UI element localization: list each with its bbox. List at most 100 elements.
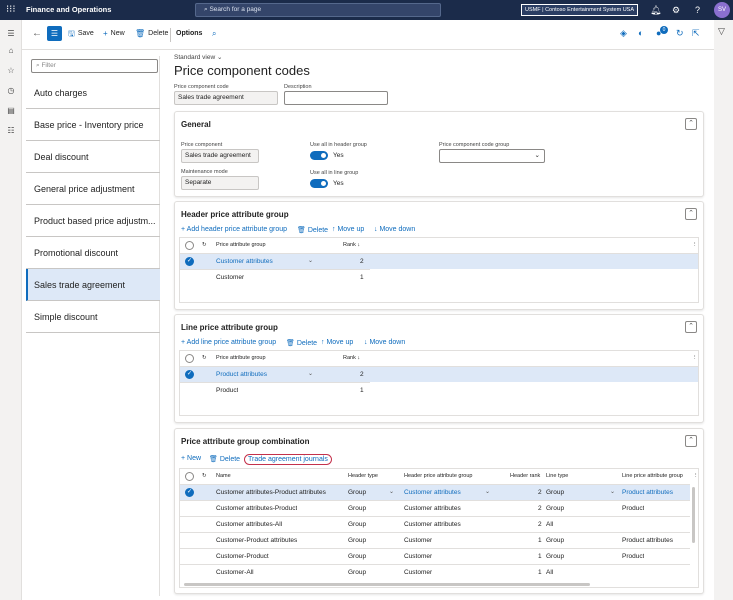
rank-cell[interactable]: 1 [360,270,364,285]
header-group-title[interactable]: Header price attribute group [181,210,289,219]
header-group-cell[interactable]: Customer attributes [404,501,461,516]
list-item[interactable]: Base price - Inventory price [26,109,160,141]
group-cell[interactable]: Product attributes [216,367,267,382]
name-cell[interactable]: Customer attributes-Product [216,501,297,516]
table-row[interactable]: Customer-All Group Customer 1 All [180,564,690,580]
list-item[interactable]: Promotional discount [26,237,160,269]
name-cell[interactable]: Customer-Product [216,549,269,564]
add-header-group-button[interactable]: + Add header price attribute group [181,226,287,233]
header-rank-cell[interactable]: 2 [538,501,542,516]
name-cell[interactable]: Customer-All [216,565,254,580]
search-icon[interactable]: ⌕ [212,29,216,39]
header-rank-cell[interactable]: 1 [538,565,542,580]
header-group-cell[interactable]: Customer [404,549,432,564]
list-item-selected[interactable]: Sales trade agreement [26,269,160,301]
refresh-icon[interactable]: ↻ [202,473,207,479]
rank-cell[interactable]: 2 [360,254,364,269]
table-row[interactable]: Customer-Product attributes Group Custom… [180,532,690,548]
table-row[interactable]: Customer attributes-All Group Customer a… [180,516,690,532]
col-header-rank[interactable]: Header rank [510,473,540,479]
line-group-cell[interactable]: Product [622,549,644,564]
table-row[interactable]: Product 1 [180,382,370,398]
col-header-rank[interactable]: Rank ↓ [343,242,360,248]
modules-icon[interactable]: ☷ [5,125,17,137]
description-field[interactable] [284,91,388,105]
header-type-cell[interactable]: Group [348,549,366,564]
header-type-cell[interactable]: Group [348,485,366,500]
name-cell[interactable]: Customer attributes-All [216,517,282,532]
table-row[interactable]: Customer-Product Group Customer 1 Group … [180,548,690,564]
header-type-cell[interactable]: Group [348,565,366,580]
list-toggle-icon[interactable]: ☰ [47,26,62,41]
chevron-up-icon[interactable]: ⌃ [685,435,697,447]
more-icon[interactable]: ⋮ [692,242,698,248]
more-icon[interactable]: ⋮ [692,355,698,361]
delete-combination-button[interactable]: 🗑︎ Delete [209,455,240,463]
header-type-cell[interactable]: Group [348,501,366,516]
options-tab[interactable]: Options [176,29,202,39]
maintenance-mode-field[interactable]: Separate [181,176,259,190]
office-icon[interactable]: ◈ [620,28,627,39]
name-cell[interactable]: Customer attributes-Product attributes [216,485,326,500]
filter-icon[interactable]: ▽ [718,26,725,37]
list-item[interactable]: Simple discount [26,301,160,333]
app-title[interactable]: Finance and Operations [26,5,111,14]
header-group-cell[interactable]: Customer attributes [404,517,461,532]
row-checkbox[interactable] [185,257,194,266]
reload-icon[interactable]: ↻ [676,28,684,39]
delete-line-group-button[interactable]: 🗑︎ Delete [286,339,317,347]
star-icon[interactable]: ☆ [5,65,17,77]
filter-input[interactable]: ⌕ Filter [31,59,158,73]
combination-title[interactable]: Price attribute group combination [181,437,309,446]
vertical-scrollbar[interactable] [692,487,695,543]
rank-cell[interactable]: 2 [360,367,364,382]
group-cell[interactable]: Product [216,383,238,398]
header-rank-cell[interactable]: 2 [538,485,542,500]
code-field[interactable]: Sales trade agreement [174,91,278,105]
move-up-button[interactable]: ↑ Move up [332,226,364,233]
col-header-group[interactable]: Price attribute group [216,242,266,248]
table-row[interactable]: Customer 1 [180,269,370,285]
popout-icon[interactable]: ⇱ [692,28,700,39]
header-rank-cell[interactable]: 2 [538,517,542,532]
header-rank-cell[interactable]: 1 [538,549,542,564]
line-group-cell[interactable]: Product [622,501,644,516]
line-group-cell[interactable]: Product attributes [622,485,673,500]
header-rank-cell[interactable]: 1 [538,533,542,548]
col-header-group[interactable]: Price attribute group [216,355,266,361]
col-header-type[interactable]: Header type [348,473,378,479]
refresh-icon[interactable]: ↻ [202,355,207,361]
row-checkbox[interactable] [185,488,194,497]
chevron-down-icon[interactable]: ⌄ [389,488,394,495]
more-icon[interactable]: ⋮ [693,473,699,479]
header-group-cell[interactable]: Customer attributes [404,485,461,500]
line-type-cell[interactable]: Group [546,485,564,500]
col-header-rank[interactable]: Rank ↓ [343,355,360,361]
line-type-cell[interactable]: Group [546,549,564,564]
chevron-up-icon[interactable]: ⌃ [685,321,697,333]
header-group-cell[interactable]: Customer [404,565,432,580]
chevron-down-icon[interactable]: ⌄ [610,488,615,495]
header-type-cell[interactable]: Group [348,517,366,532]
table-row[interactable]: Product attributes ⌄ 2 [180,366,698,382]
hamburger-icon[interactable]: ☰ [5,28,17,40]
col-name[interactable]: Name [216,473,231,479]
list-item[interactable]: General price adjustment [26,173,160,205]
avatar[interactable]: SV [714,2,730,18]
new-button[interactable]: + New [103,29,125,39]
back-icon[interactable]: ← [32,28,42,39]
chevron-up-icon[interactable]: ⌃ [685,208,697,220]
chevron-down-icon[interactable]: ⌄ [308,370,313,377]
chevron-down-icon[interactable]: ⌄ [485,488,490,495]
table-row[interactable]: Customer attributes ⌄ 2 [180,253,698,269]
line-type-cell[interactable]: All [546,517,553,532]
horizontal-scrollbar[interactable] [184,583,590,586]
table-row[interactable]: Customer attributes-Product attributes G… [180,484,690,500]
list-item[interactable]: Product based price adjustm... [26,205,160,237]
delete-button[interactable]: 🗑︎ Delete [135,29,168,39]
select-all-checkbox[interactable] [185,354,194,363]
group-cell[interactable]: Customer attributes [216,254,273,269]
price-component-field[interactable]: Sales trade agreement [181,149,259,163]
line-group-cell[interactable]: Product attributes [622,533,673,548]
chevron-up-icon[interactable]: ⌃ [685,118,697,130]
